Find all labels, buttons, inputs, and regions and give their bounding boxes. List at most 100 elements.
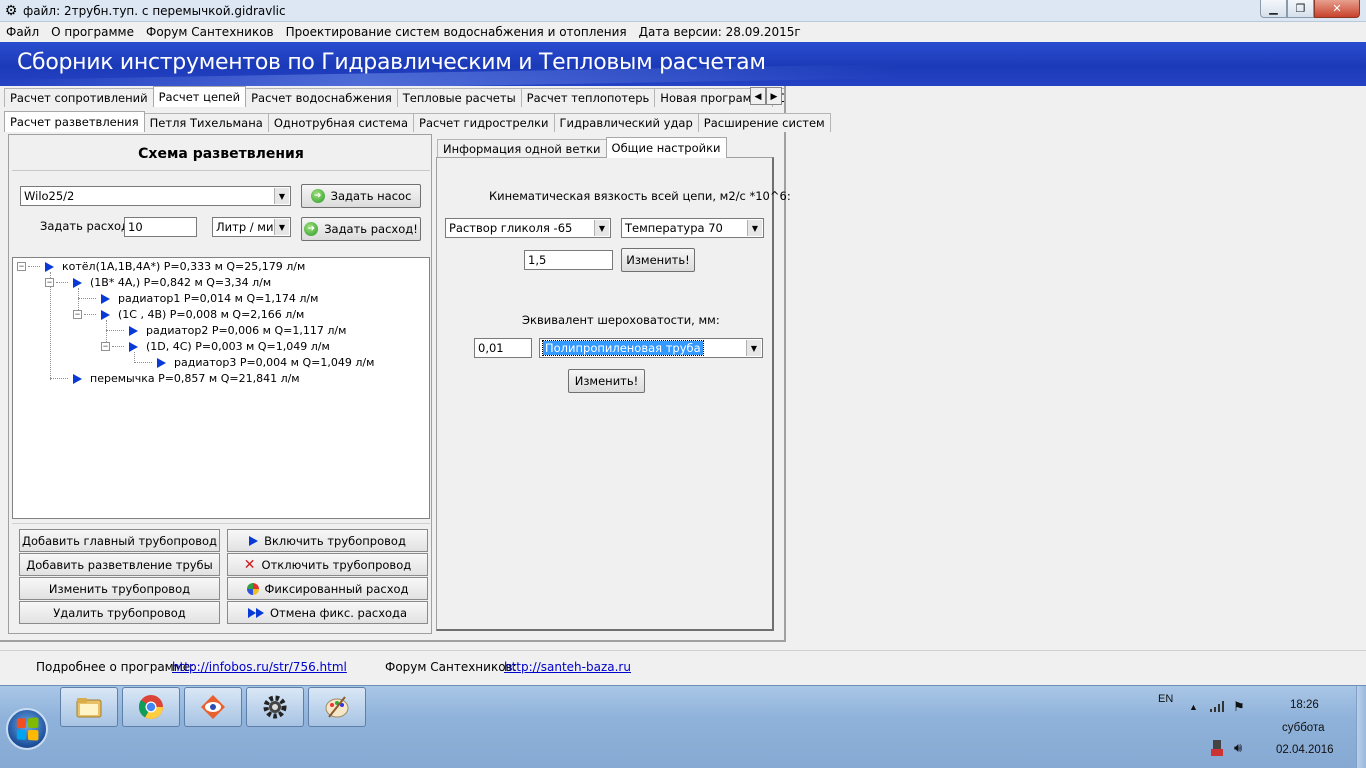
set-pump-button[interactable]: ➜ Задать насос [301, 184, 421, 208]
tab-branch-info[interactable]: Информация одной ветки [437, 139, 607, 158]
menu-forum[interactable]: Форум Сантехников [140, 25, 280, 39]
set-pump-button-label: Задать насос [330, 189, 412, 203]
pipe-tree[interactable]: − − − − котёл(1А,1В,4А*) Р=0,333 м Q=25,… [12, 257, 430, 519]
clock-date[interactable]: 02.04.2016 [1276, 744, 1334, 756]
play-arrow-icon [73, 373, 82, 384]
window-title: файл: 2трубн.туп. с перемычкой.gidravlic [23, 3, 286, 18]
show-desktop-button[interactable] [1356, 686, 1366, 768]
tab-circuits[interactable]: Расчет цепей [152, 86, 247, 107]
menu-file[interactable]: Файл [0, 25, 45, 39]
language-indicator[interactable]: EN [1158, 693, 1173, 705]
network-signal-icon[interactable] [1210, 700, 1226, 715]
collapse-icon[interactable]: − [101, 342, 110, 351]
add-main-pipe-button[interactable]: Добавить главный трубопровод [19, 529, 220, 552]
tree-node[interactable]: радиатор2 Р=0,006 м Q=1,117 л/м [129, 323, 346, 338]
pump-select[interactable]: Wilo25/2 ▼ [20, 186, 291, 206]
pipe-type-select-value: Полипропиленовая труба [542, 340, 704, 356]
disable-pipe-button[interactable]: ✕ Отключить трубопровод [227, 553, 428, 576]
fluid-select[interactable]: Раствор гликоля -65 ▼ [445, 218, 611, 238]
tree-node[interactable]: радиатор3 Р=0,004 м Q=1,049 л/м [157, 355, 374, 370]
close-button[interactable]: ✕ [1314, 0, 1360, 18]
tab-single-pipe[interactable]: Однотрубная система [267, 113, 415, 132]
safely-remove-icon[interactable] [1211, 740, 1223, 759]
chevron-down-icon[interactable]: ▼ [747, 220, 762, 236]
enable-pipe-button[interactable]: Включить трубопровод [227, 529, 428, 552]
chevron-down-icon[interactable]: ▼ [274, 219, 289, 235]
roughness-label: Эквивалент шероховатости, мм: [522, 313, 720, 327]
tree-connector [84, 314, 96, 315]
action-center-flag-icon[interactable]: ⚑ [1233, 699, 1245, 715]
start-button[interactable] [6, 708, 48, 750]
tree-node[interactable]: (1D, 4С) Р=0,003 м Q=1,049 л/м [129, 339, 330, 354]
add-branch-button[interactable]: Добавить разветвление трубы [19, 553, 220, 576]
menu-design[interactable]: Проектирование систем водоснабжения и от… [280, 25, 633, 39]
tab-thermal[interactable]: Тепловые расчеты [396, 88, 522, 107]
tab-expansion[interactable]: Расширение систем [697, 113, 831, 132]
fluid-select-value: Раствор гликоля -65 [449, 221, 573, 235]
app-gear-icon[interactable]: ⚙ [3, 2, 19, 19]
viscosity-input[interactable]: 1,5 [524, 250, 613, 270]
play-arrow-icon [45, 261, 54, 272]
flow-input[interactable]: 10 [124, 217, 197, 237]
chevron-down-icon[interactable]: ▼ [746, 340, 761, 356]
pipe-type-select[interactable]: Полипропиленовая труба ▼ [539, 338, 763, 358]
tab-water-hammer[interactable]: Гидравлический удар [553, 113, 699, 132]
tab-general-settings[interactable]: Общие настройки [605, 137, 727, 158]
delete-pipe-button[interactable]: Удалить трубопровод [19, 601, 220, 624]
tab-resistance[interactable]: Расчет сопротивлений [4, 88, 154, 107]
tree-node[interactable]: радиатор1 Р=0,014 м Q=1,174 л/м [101, 291, 318, 306]
change-viscosity-button[interactable]: Изменить! [621, 248, 695, 272]
menu-about[interactable]: О программе [45, 25, 140, 39]
restore-button[interactable]: ❐ [1287, 0, 1314, 18]
about-label: Подробнее о программе: [36, 660, 195, 674]
paint-icon[interactable] [308, 687, 366, 727]
clock-time[interactable]: 18:26 [1290, 699, 1319, 711]
chevron-down-icon[interactable]: ▼ [594, 220, 609, 236]
settings-gear-icon[interactable] [246, 687, 304, 727]
temperature-select[interactable]: Температура 70 ▼ [621, 218, 764, 238]
tree-node-label: (1D, 4С) Р=0,003 м Q=1,049 л/м [146, 340, 330, 353]
tree-connector [50, 378, 68, 379]
fixed-flow-button[interactable]: Фиксированный расход [227, 577, 428, 600]
chevron-down-icon[interactable]: ▼ [274, 188, 289, 204]
show-hidden-icons-icon[interactable]: ▲ [1189, 702, 1198, 712]
roughness-input[interactable]: 0,01 [474, 338, 532, 358]
forum-link[interactable]: http://santeh-baza.ru [504, 660, 631, 674]
collapse-icon[interactable]: − [17, 262, 26, 271]
flow-label: Задать расход: [40, 219, 133, 233]
set-flow-button-label: Задать расход! [324, 222, 418, 236]
about-link[interactable]: http://infobos.ru/str/756.html [172, 660, 347, 674]
set-flow-button[interactable]: ➜ Задать расход! [301, 217, 421, 241]
tab-branching[interactable]: Расчет разветвления [4, 111, 145, 132]
tab-hydro-arrow[interactable]: Расчет гидрострелки [413, 113, 555, 132]
menu-version[interactable]: Дата версии: 28.09.2015г [633, 25, 807, 39]
tree-connector [78, 298, 96, 299]
disable-pipe-label: Отключить трубопровод [261, 557, 412, 572]
collapse-icon[interactable]: − [45, 278, 54, 287]
windows-logo-icon [16, 717, 39, 741]
tree-node[interactable]: (1С , 4В) Р=0,008 м Q=2,166 л/м [101, 307, 304, 322]
tree-node[interactable]: перемычка Р=0,857 м Q=21,841 л/м [73, 371, 300, 386]
tab-scroll-left-icon[interactable]: ◀ [750, 87, 766, 105]
tree-node-label: перемычка Р=0,857 м Q=21,841 л/м [90, 372, 300, 385]
faststone-icon[interactable] [184, 687, 242, 727]
file-explorer-icon[interactable] [60, 687, 118, 727]
tab-scroll-right-icon[interactable]: ▶ [766, 87, 782, 105]
collapse-icon[interactable]: − [73, 310, 82, 319]
clock-day[interactable]: суббота [1282, 722, 1324, 734]
cancel-fixed-flow-button[interactable]: Отмена фикс. расхода [227, 601, 428, 624]
tree-node[interactable]: (1В* 4А,) Р=0,842 м Q=3,34 л/м [73, 275, 271, 290]
sub-tab-row: Расчет разветвления Петля Тихельмана Одн… [4, 111, 831, 132]
tab-tichelmann[interactable]: Петля Тихельмана [143, 113, 269, 132]
minimize-button[interactable]: ▁ [1260, 0, 1287, 18]
tab-water-supply[interactable]: Расчет водоснабжения [245, 88, 398, 107]
edit-pipe-button[interactable]: Изменить трубопровод [19, 577, 220, 600]
tree-node-label: (1В* 4А,) Р=0,842 м Q=3,34 л/м [90, 276, 272, 289]
tab-heat-loss[interactable]: Расчет теплопотерь [520, 88, 656, 107]
change-roughness-button[interactable]: Изменить! [568, 369, 645, 393]
flow-unit-select[interactable]: Литр / мин ▼ [212, 217, 291, 237]
volume-icon[interactable]: 🔊︎ [1234, 740, 1242, 756]
tree-node[interactable]: котёл(1А,1В,4А*) Р=0,333 м Q=25,179 л/м [45, 259, 305, 274]
chrome-icon[interactable] [122, 687, 180, 727]
play-arrow-icon [101, 293, 110, 304]
